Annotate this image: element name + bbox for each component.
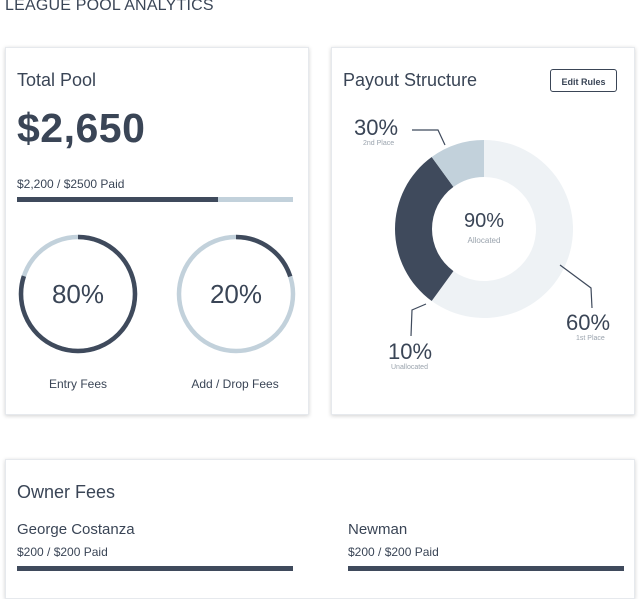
callout-1st-value: 60%: [566, 310, 611, 335]
owner-paid-progress: [348, 566, 624, 571]
total-paid-text: $2,200 / $2500 Paid: [17, 177, 125, 191]
entry-fees-ring: 80%: [18, 234, 138, 354]
total-pool-amount: $2,650: [17, 105, 146, 151]
payout-structure-card: Payout Structure Edit Rules 90% Allocate…: [331, 47, 635, 415]
total-pool-title: Total Pool: [17, 70, 97, 90]
add-drop-fees-percent: 20%: [209, 279, 263, 309]
owner-fees-title: Owner Fees: [17, 482, 116, 502]
allocated-label: Allocated: [467, 236, 501, 245]
page-title: LEAGUE POOL ANALYTICS: [5, 0, 214, 14]
callout-2nd-label: 2nd Place: [363, 140, 395, 147]
add-drop-fees-ring: 20%: [176, 234, 296, 354]
total-paid-progress-fill: [17, 197, 219, 202]
owner-fees-card: Owner Fees George Costanza $200 / $200 P…: [5, 459, 635, 599]
add-drop-fees-label: Add / Drop Fees: [191, 377, 279, 391]
owner-paid-progress-fill: [348, 566, 624, 571]
allocated-percent: 90%: [463, 210, 505, 232]
entry-fees-label: Entry Fees: [48, 377, 108, 391]
leader-line-unallocated: [410, 303, 427, 337]
callout-1st-label: 1st Place: [576, 335, 605, 342]
owner-paid-progress-fill: [17, 566, 293, 571]
callout-unallocated-value: 10%: [388, 339, 433, 364]
owner-paid-text: $200 / $200 Paid: [348, 545, 439, 559]
owner-name: Newman: [348, 521, 408, 538]
entry-fees-percent: 80%: [51, 279, 105, 309]
total-paid-progress: [17, 197, 293, 202]
owner-paid-text: $200 / $200 Paid: [17, 545, 108, 559]
leader-line-1st: [559, 264, 593, 309]
owner-paid-progress: [17, 566, 293, 571]
owner-name: George Costanza: [17, 521, 135, 538]
leader-line-2nd: [412, 129, 446, 146]
total-pool-card: Total Pool $2,650 $2,200 / $2500 Paid 80…: [5, 47, 309, 415]
callout-unallocated-label: Unallocated: [391, 364, 428, 371]
callout-2nd-value: 30%: [354, 115, 399, 140]
